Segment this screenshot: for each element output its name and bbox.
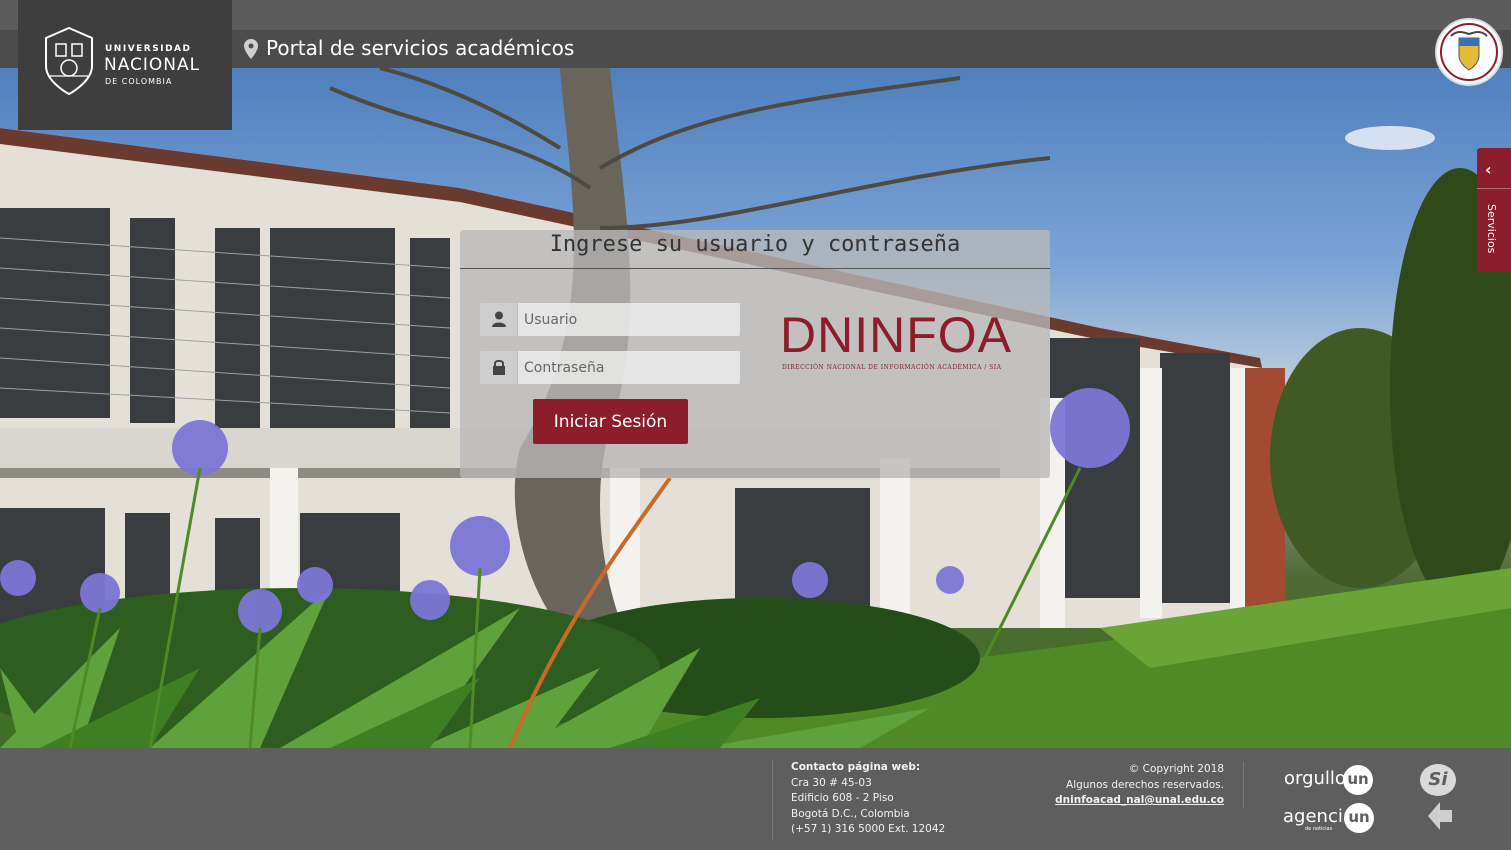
services-tab[interactable]: ‹ Servicios	[1477, 148, 1511, 272]
dninfoa-wordmark: DNINFOA	[780, 307, 1012, 363]
university-emblem-icon	[40, 26, 98, 96]
dninfoa-logo: DNINFOA DIRECCIÓN NACIONAL DE INFORMACIÓ…	[780, 306, 1020, 376]
footer-divider	[1243, 762, 1244, 808]
username-field[interactable]	[480, 303, 740, 336]
location-pin-icon	[244, 39, 258, 59]
contact-address-1: Cra 30 # 45-03	[791, 776, 872, 789]
dninfoa-subtitle: DIRECCIÓN NACIONAL DE INFORMACIÓN ACADÉM…	[782, 364, 1002, 371]
footer: Contacto página web: Cra 30 # 45-03 Edif…	[0, 748, 1511, 850]
agencia-un-subtitle: de noticias	[1305, 826, 1333, 832]
university-logo[interactable]: UNIVERSIDAD NACIONAL DE COLOMBIA	[18, 0, 232, 130]
login-divider	[460, 268, 1050, 269]
logo-line-3: DE COLOMBIA	[105, 77, 173, 86]
contact-address-2: Edificio 608 - 2 Piso	[791, 792, 894, 804]
contact-heading: Contacto página web:	[791, 761, 921, 773]
si-logo[interactable]: Si	[1420, 764, 1456, 796]
user-icon	[480, 303, 518, 336]
footer-copyright: © Copyright 2018 Algunos derechos reserv…	[1020, 762, 1224, 809]
username-input[interactable]	[524, 303, 734, 336]
contact-city: Bogotá D.C., Colombia	[791, 807, 910, 820]
logo-line-1: UNIVERSIDAD	[105, 44, 192, 54]
orgullo-un-badge[interactable]: un	[1343, 765, 1373, 795]
portal-title: Portal de servicios académicos	[266, 36, 575, 60]
rights-text: Algunos derechos reservados.	[1066, 778, 1224, 791]
copyright-text: © Copyright 2018	[1128, 763, 1224, 775]
services-tab-label: Servicios	[1485, 204, 1498, 254]
login-button[interactable]: Iniciar Sesión	[533, 399, 688, 444]
contact-phone: (+57 1) 316 5000 Ext. 12042	[791, 823, 946, 835]
footer-contact: Contacto página web: Cra 30 # 45-03 Edif…	[772, 760, 945, 840]
logo-line-2: NACIONAL	[104, 55, 201, 75]
password-input[interactable]	[524, 351, 734, 384]
orgullo-un-logo-text[interactable]: orgullo	[1284, 768, 1346, 789]
chevron-left-icon[interactable]: ‹	[1485, 160, 1492, 179]
escudo-icon	[1435, 18, 1503, 86]
back-arrow-icon[interactable]	[1426, 800, 1454, 836]
login-heading: Ingrese su usuario y contraseña	[549, 232, 961, 257]
services-tab-divider	[1477, 188, 1511, 189]
agencia-un-badge[interactable]: un	[1344, 803, 1374, 833]
contact-email-link[interactable]: dninfoacad_nal@unal.edu.co	[1020, 793, 1224, 809]
password-field[interactable]	[480, 351, 740, 384]
lock-icon	[480, 351, 518, 384]
login-panel: Ingrese su usuario y contraseña Iniciar …	[460, 230, 1050, 478]
